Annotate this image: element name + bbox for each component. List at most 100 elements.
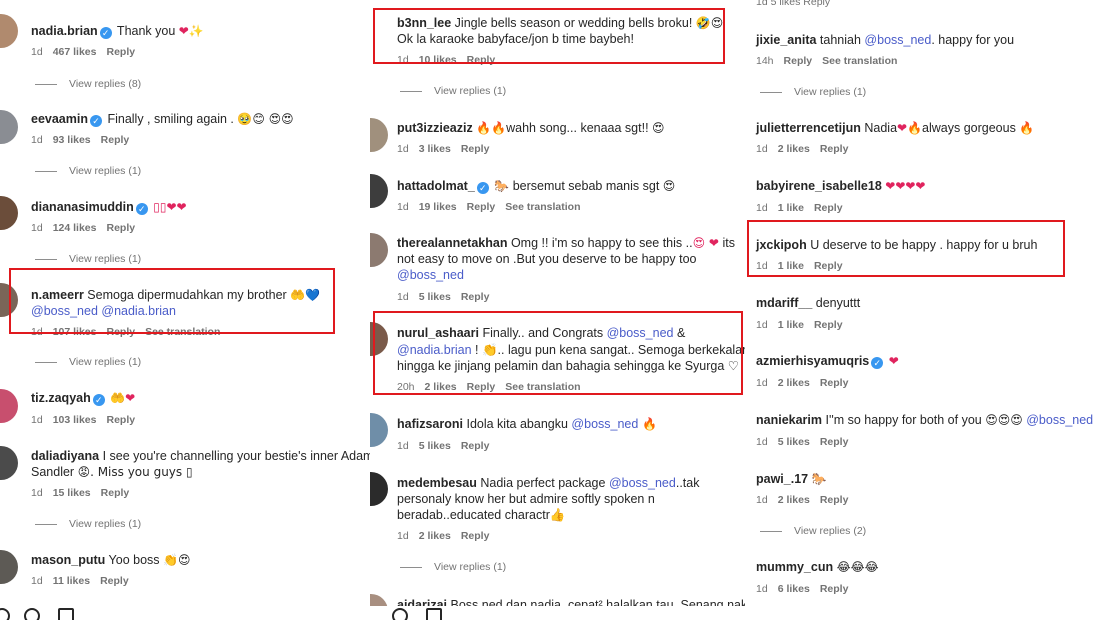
comment-username[interactable]: naniekarim bbox=[756, 413, 822, 427]
comment-text: wahh song... kenaaa sgt!! bbox=[506, 121, 653, 135]
reply-button[interactable]: Reply bbox=[106, 46, 135, 58]
avatar[interactable] bbox=[370, 472, 388, 506]
comment-text: always gorgeous bbox=[922, 121, 1020, 135]
avatar[interactable] bbox=[370, 174, 388, 208]
reply-button[interactable]: Reply bbox=[467, 201, 496, 213]
comment-username[interactable]: tiz.zaqyah bbox=[31, 391, 91, 405]
reply-button[interactable]: Reply bbox=[820, 494, 849, 506]
comment-username[interactable]: daliadiyana bbox=[31, 449, 99, 463]
reply-button[interactable]: Reply bbox=[820, 583, 849, 595]
view-replies-button[interactable]: View replies (1) bbox=[35, 165, 141, 177]
likes-count[interactable]: 2 likes bbox=[419, 530, 451, 542]
comment-text: Thank you bbox=[113, 24, 179, 38]
mention-link[interactable]: @boss_ned bbox=[397, 266, 464, 284]
likes-count[interactable]: 5 likes bbox=[419, 291, 451, 303]
likes-count[interactable]: 2 likes bbox=[778, 377, 810, 389]
likes-count[interactable]: 19 likes bbox=[419, 201, 457, 213]
comment-username[interactable]: diananasimuddin bbox=[31, 200, 134, 214]
likes-count[interactable]: 3 likes bbox=[419, 143, 451, 155]
comment-username[interactable]: therealannetakhan bbox=[397, 236, 507, 250]
avatar[interactable] bbox=[370, 233, 388, 267]
comment-username[interactable]: medembesau bbox=[397, 476, 477, 490]
likes-count[interactable]: 124 likes bbox=[53, 222, 97, 234]
likes-count[interactable]: 11 likes bbox=[53, 575, 90, 587]
likes-count[interactable]: 5 likes bbox=[419, 440, 451, 452]
avatar[interactable] bbox=[370, 413, 388, 447]
heart-icon[interactable] bbox=[0, 608, 10, 620]
avatar[interactable] bbox=[0, 550, 18, 584]
reply-button[interactable]: Reply bbox=[820, 377, 849, 389]
comment-icon[interactable] bbox=[24, 608, 40, 620]
comment-username[interactable]: babyirene_isabelle18 bbox=[756, 179, 882, 193]
view-replies-button[interactable]: View replies (2) bbox=[760, 525, 866, 537]
comment-line: diananasimuddin ✓ ▯▯❤❤ bbox=[31, 198, 187, 216]
comment-username[interactable]: azmierhisyamuqris bbox=[756, 354, 869, 368]
mention-link[interactable]: @boss_ned bbox=[609, 476, 676, 490]
avatar[interactable] bbox=[370, 118, 388, 152]
reply-button[interactable]: Reply bbox=[101, 487, 130, 499]
see-translation-button[interactable]: See translation bbox=[505, 201, 580, 213]
avatar[interactable] bbox=[0, 389, 18, 423]
timestamp: 1d bbox=[31, 414, 43, 426]
reply-button[interactable]: Reply bbox=[106, 222, 135, 234]
reply-button[interactable]: Reply bbox=[814, 202, 843, 214]
verified-icon: ✓ bbox=[871, 357, 884, 369]
likes-count[interactable]: 2 likes bbox=[778, 143, 810, 155]
reply-button[interactable]: Reply bbox=[100, 575, 129, 587]
comment-meta: 1d 1 like Reply bbox=[756, 319, 853, 331]
likes-count[interactable]: 103 likes bbox=[53, 414, 97, 426]
avatar[interactable] bbox=[0, 110, 18, 144]
comment-line: eevaamin ✓ Finally , smiling again . 🥹😊 😍… bbox=[31, 110, 294, 128]
comment-username[interactable]: nadia.brian bbox=[31, 24, 98, 38]
likes-count[interactable]: 15 likes bbox=[53, 487, 91, 499]
comment-line: nadia.brian ✓ Thank you ❤✨ bbox=[31, 22, 204, 40]
emoji: 🔥🔥 bbox=[476, 121, 507, 135]
reply-button[interactable]: Reply bbox=[461, 530, 490, 542]
avatar[interactable] bbox=[0, 196, 18, 230]
likes-count[interactable]: 1 like bbox=[778, 319, 804, 331]
view-replies-button[interactable]: View replies (1) bbox=[35, 518, 141, 530]
reply-button[interactable]: Reply bbox=[814, 319, 843, 331]
reply-button[interactable]: Reply bbox=[820, 436, 849, 448]
likes-count[interactable]: 6 likes bbox=[778, 583, 810, 595]
likes-count[interactable]: 1 like bbox=[778, 202, 804, 214]
mention-link[interactable]: @boss_ned bbox=[1023, 413, 1093, 427]
comment-username[interactable]: put3izzieaziz bbox=[397, 121, 473, 135]
view-replies-button[interactable]: View replies (1) bbox=[760, 86, 866, 98]
likes-count[interactable]: 5 likes bbox=[778, 436, 810, 448]
comment-username[interactable]: pawi_.17 bbox=[756, 472, 808, 486]
view-replies-button[interactable]: View replies (1) bbox=[400, 85, 506, 97]
reply-button[interactable]: Reply bbox=[101, 134, 130, 146]
view-replies-button[interactable]: View replies (1) bbox=[35, 356, 141, 368]
share-icon[interactable] bbox=[58, 608, 74, 620]
likes-count[interactable]: 467 likes bbox=[53, 46, 97, 58]
avatar[interactable] bbox=[0, 14, 18, 48]
comment-username[interactable]: julietterrencetijun bbox=[756, 121, 861, 135]
comment-username[interactable]: mummy_cun bbox=[756, 560, 833, 574]
reply-button[interactable]: Reply bbox=[461, 440, 490, 452]
comment-icon[interactable] bbox=[392, 608, 408, 620]
comment-username[interactable]: hattadolmat_ bbox=[397, 179, 475, 193]
mention-link[interactable]: @boss_ned bbox=[864, 33, 931, 47]
comment-username[interactable]: jixie_anita bbox=[756, 33, 816, 47]
comment-username[interactable]: hafizsaroni bbox=[397, 417, 463, 431]
reply-button[interactable]: Reply bbox=[820, 143, 849, 155]
avatar[interactable] bbox=[0, 446, 18, 480]
comment-line: jixie_anita tahniah @boss_ned. happy for… bbox=[756, 31, 1014, 49]
reply-button[interactable]: Reply bbox=[784, 55, 813, 67]
reply-button[interactable]: Reply bbox=[106, 414, 135, 426]
emoji: ▯▯❤❤ bbox=[153, 200, 187, 214]
comment-username[interactable]: mdariff__ bbox=[756, 296, 812, 310]
view-replies-button[interactable]: View replies (8) bbox=[35, 78, 141, 90]
reply-button[interactable]: Reply bbox=[461, 291, 490, 303]
reply-button[interactable]: Reply bbox=[461, 143, 490, 155]
mention-link[interactable]: @boss_ned bbox=[571, 417, 638, 431]
likes-count[interactable]: 93 likes bbox=[53, 134, 91, 146]
see-translation-button[interactable]: See translation bbox=[822, 55, 897, 67]
comment-username[interactable]: eevaamin bbox=[31, 112, 88, 126]
share-icon[interactable] bbox=[426, 608, 442, 620]
view-replies-button[interactable]: View replies (1) bbox=[35, 253, 141, 265]
view-replies-button[interactable]: View replies (1) bbox=[400, 561, 506, 573]
comment-username[interactable]: mason_putu bbox=[31, 553, 105, 567]
likes-count[interactable]: 2 likes bbox=[778, 494, 810, 506]
